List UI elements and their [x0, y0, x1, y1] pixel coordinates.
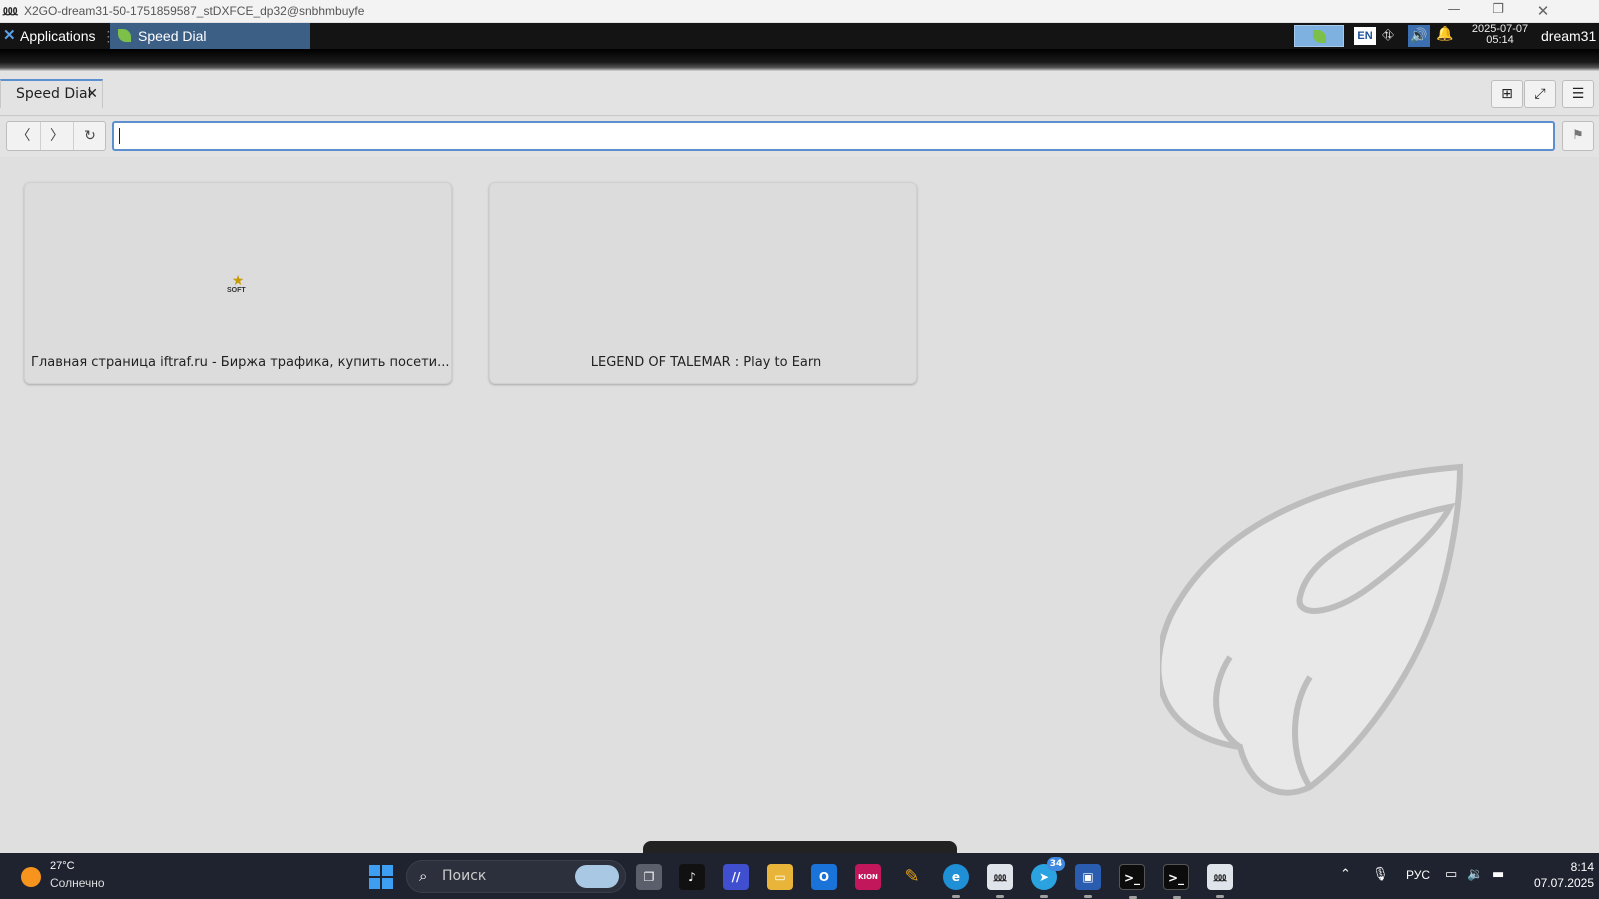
applications-menu[interactable]: ✕ Applications ⋮ — [0, 23, 121, 49]
taskbar-time: 8:14 — [1570, 860, 1594, 874]
speed-dial-caption: LEGEND OF TALEMAR : Play to Earn — [590, 355, 822, 370]
reload-icon[interactable]: ↻ — [73, 122, 106, 150]
xfce-icon: ✕ — [3, 27, 16, 44]
bookmark-add-icon[interactable]: ⚑ — [1562, 121, 1594, 151]
chevron-up-icon[interactable]: ⌃ — [1340, 867, 1351, 882]
weather-condition: Солнечно — [50, 876, 105, 890]
task-view-icon[interactable]: ❐ — [636, 864, 662, 890]
sun-icon — [21, 867, 41, 887]
tab-close-icon[interactable]: ✕ — [86, 81, 98, 107]
search-label: Поиск — [442, 868, 487, 884]
close-icon[interactable]: ✕ — [1521, 2, 1565, 20]
kion-label: KION — [858, 873, 878, 881]
remote-desktop-icon[interactable]: ▣ — [1075, 864, 1101, 898]
running-indicator — [1084, 895, 1092, 898]
panel-clock[interactable]: 2025-07-07 05:14 — [1460, 24, 1540, 46]
microphone-icon[interactable]: 🎙 — [1372, 867, 1389, 882]
x2go-icon: ⅏ — [3, 3, 18, 19]
forward-icon[interactable]: 〉 — [40, 122, 73, 150]
search-highlight-icon — [575, 865, 619, 888]
text-caret — [119, 128, 120, 144]
menu-icon[interactable]: ☰ — [1562, 80, 1594, 108]
x2go-icon[interactable]: ⅏ — [1207, 864, 1233, 898]
new-window-icon[interactable]: ⊞ — [1491, 80, 1523, 108]
applications-label: Applications — [20, 28, 96, 44]
running-indicator — [1216, 895, 1224, 898]
battery-icon[interactable]: ▬ — [1492, 867, 1504, 882]
pin-app-icon[interactable]: ✎ — [899, 864, 925, 890]
tray-browser-button[interactable] — [1294, 25, 1344, 47]
browser-leaf-icon — [118, 29, 131, 42]
browser-tab-bar: Speed Dial ✕ ⊞ ⤢ ☰ — [0, 71, 1599, 116]
terminal-icon[interactable]: >_ — [1163, 864, 1189, 899]
weather-temperature: 27°C — [50, 860, 75, 872]
taskbar-clock[interactable]: 8:14 07.07.2025 — [1520, 859, 1594, 891]
running-indicator — [952, 895, 960, 898]
window-title: X2GO-dream31-50-1751859587_stDXFCE_dp32@… — [24, 4, 365, 18]
taskbar-date: 07.07.2025 — [1533, 876, 1594, 890]
fullscreen-icon[interactable]: ⤢ — [1524, 80, 1556, 108]
network-icon[interactable]: ⛗ — [1382, 26, 1394, 44]
speed-dial-caption: Главная страница iftraf.ru - Биржа трафи… — [31, 355, 450, 370]
kion-icon[interactable]: KION — [855, 864, 881, 890]
xfce-panel: ✕ Applications ⋮ Speed Dial EN ⛗ 🔊 🔔 202… — [0, 23, 1599, 49]
app-icon[interactable]: // — [723, 864, 749, 890]
speed-dial-item[interactable]: LEGEND OF TALEMAR : Play to Earn — [489, 182, 917, 384]
telegram-icon[interactable]: ➤ 34 — [1031, 857, 1065, 898]
volume-icon[interactable]: 🔉 — [1467, 867, 1483, 882]
search-icon: ⌕ — [419, 867, 428, 885]
speed-dial-page: ★ SOFT Главная страница iftraf.ru - Бирж… — [0, 157, 1599, 853]
task-button-label: Speed Dial — [138, 28, 207, 44]
nav-button-group: 〈 〉 ↻ — [6, 121, 106, 151]
running-indicator — [996, 895, 1004, 898]
task-button-speed-dial[interactable]: Speed Dial — [110, 23, 310, 49]
thumbnail-text: SOFT — [227, 287, 246, 294]
user-menu[interactable]: dream31 — [1541, 23, 1596, 49]
file-explorer-icon[interactable]: ▭ — [767, 864, 793, 890]
keyboard-layout-indicator[interactable]: EN — [1354, 27, 1376, 45]
telegram-unread-badge: 34 — [1047, 857, 1065, 871]
clock-time: 05:14 — [1486, 34, 1514, 46]
tiktok-icon[interactable]: ♪ — [679, 864, 705, 890]
navigation-bar: 〈 〉 ↻ ⚑ — [0, 117, 1599, 157]
speed-dial-item[interactable]: ★ SOFT Главная страница iftraf.ru - Бирж… — [24, 182, 452, 384]
leaf-logo-watermark — [1160, 463, 1464, 796]
taskbar-search[interactable]: ⌕ Поиск — [406, 860, 626, 893]
terminal-icon[interactable]: >_ — [1119, 864, 1145, 899]
edge-icon[interactable]: e — [943, 864, 969, 898]
windows-taskbar: 27°C Солнечно ⌕ Поиск ❐ ♪ // ▭ O KION ✎ … — [0, 853, 1599, 899]
scroll-indicator — [643, 841, 957, 853]
remote-window-titlebar: ⅏ X2GO-dream31-50-1751859587_stDXFCE_dp3… — [0, 0, 1599, 23]
input-language[interactable]: РУС — [1406, 868, 1430, 882]
panel-shadow — [0, 49, 1599, 71]
minimize-icon[interactable]: — — [1432, 2, 1476, 20]
notification-bell-icon[interactable]: 🔔 — [1436, 26, 1453, 42]
windows-start-icon[interactable] — [369, 865, 393, 889]
restore-icon[interactable]: ❐ — [1476, 2, 1520, 20]
running-indicator — [1040, 895, 1048, 898]
outlook-icon[interactable]: O — [811, 864, 837, 890]
tab-speed-dial[interactable]: Speed Dial ✕ — [0, 79, 103, 108]
back-icon[interactable]: 〈 — [7, 122, 40, 150]
browser-leaf-icon — [1313, 30, 1326, 43]
url-input[interactable] — [112, 121, 1555, 151]
network-icon[interactable]: ▭ — [1445, 867, 1457, 882]
volume-icon[interactable]: 🔊 — [1408, 25, 1430, 47]
tab-label: Speed Dial — [16, 86, 92, 102]
x2go-icon[interactable]: ⅏ — [987, 864, 1013, 898]
